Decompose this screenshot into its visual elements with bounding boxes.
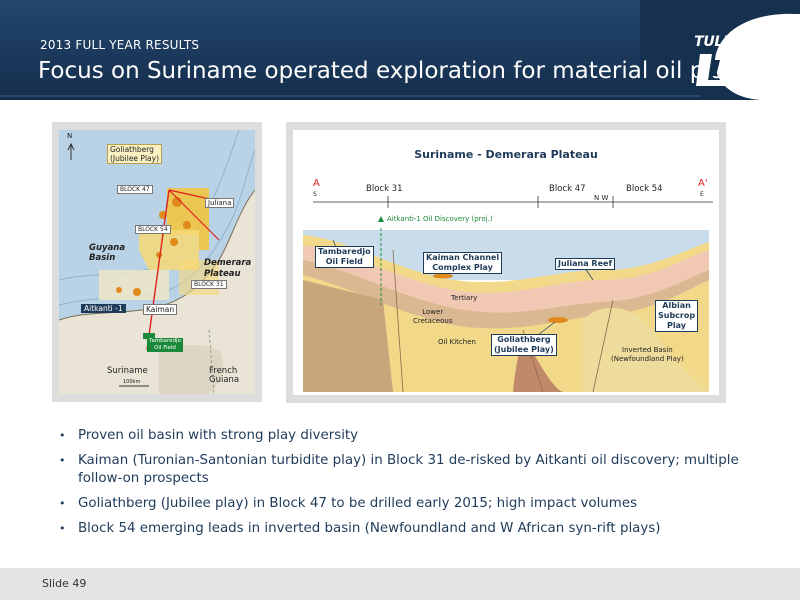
section-marker-a-prime: A' xyxy=(698,178,708,189)
map-label-suriname: Suriname xyxy=(107,366,148,376)
cross-section: Suriname - Demerara Plateau A S A' E Blo… xyxy=(293,130,719,395)
map-label-french-guiana: French Guiana xyxy=(209,366,240,385)
cross-section-title: Suriname - Demerara Plateau xyxy=(414,148,598,161)
callout-albian: Albian Subcrop Play xyxy=(655,300,699,332)
section-nw: N W xyxy=(594,194,609,202)
suriname-map: N Goliathberg (Jubilee Play) BLOCK 47 BL… xyxy=(59,130,255,394)
section-marker-e: E xyxy=(700,191,704,198)
map-label-kaiman: Kaiman xyxy=(143,304,178,315)
callout-tambaredjo: Tambaredjo Oil Field xyxy=(315,246,374,268)
map-label-juliana: Juliana xyxy=(205,198,235,208)
bullet-item: Block 54 emerging leads in inverted basi… xyxy=(58,520,748,538)
logo-wordmark: TULLOW xyxy=(694,34,758,50)
bullet-item: Goliathberg (Jubilee play) in Block 47 t… xyxy=(58,495,748,513)
tullow-logo: TULLOW plc xyxy=(690,34,762,92)
layer-tertiary: Tertiary xyxy=(451,294,478,302)
north-label: N xyxy=(67,132,73,140)
callout-juliana-reef: Juliana Reef xyxy=(555,258,615,270)
key-points-list: Proven oil basin with strong play divers… xyxy=(58,427,748,545)
section-discovery-label: Aitkanti-1 Oil Discovery (proj.) xyxy=(387,215,493,223)
page-title: Focus on Suriname operated exploration f… xyxy=(38,58,751,84)
map-label-goliathberg: Goliathberg (Jubilee Play) xyxy=(107,144,162,164)
map-figure-frame: N Goliathberg (Jubilee Play) BLOCK 47 BL… xyxy=(52,122,262,402)
map-label-block31: BLOCK 31 xyxy=(191,280,227,289)
section-block47: Block 47 xyxy=(549,184,586,194)
header-banner: 2013 FULL YEAR RESULTS Focus on Suriname… xyxy=(0,0,800,100)
section-block31: Block 31 xyxy=(366,184,403,194)
bullet-item: Proven oil basin with strong play divers… xyxy=(58,427,748,445)
layer-lower-cretaceous: Lower Cretaceous xyxy=(413,308,453,325)
section-block54: Block 54 xyxy=(626,184,663,194)
map-label-aitkanti: Aitkanti -1 xyxy=(81,304,126,313)
label-oil-kitchen: Oil Kitchen xyxy=(438,338,476,346)
logo-emblem-icon xyxy=(696,54,744,86)
slide-number: Slide 49 xyxy=(42,577,87,590)
callout-goliathberg: Goliathberg (Jubilee Play) xyxy=(491,334,557,356)
cross-section-frame: Suriname - Demerara Plateau A S A' E Blo… xyxy=(286,122,726,403)
callout-kaiman: Kaiman Channel Complex Play xyxy=(423,252,503,274)
map-label-tambaredjo: Tambaredjo Oil Field xyxy=(147,338,183,352)
map-scale-label: 100km xyxy=(123,379,141,385)
map-label-demerara-plateau: Demerara Plateau xyxy=(204,258,252,279)
section-marker-a: A xyxy=(313,178,320,189)
map-label-guyana-basin: Guyana Basin xyxy=(89,243,126,263)
map-label-block47: BLOCK 47 xyxy=(117,185,153,194)
footer-bar: Slide 49 xyxy=(0,568,800,600)
map-label-block54: BLOCK 54 xyxy=(135,225,171,234)
bullet-item: Kaiman (Turonian-Santonian turbidite pla… xyxy=(58,452,748,488)
section-marker-s: S xyxy=(313,191,317,198)
logo-plc: plc xyxy=(750,61,758,70)
label-inverted-basin: Inverted Basin (Newfoundland Play) xyxy=(611,346,684,363)
header-kicker: 2013 FULL YEAR RESULTS xyxy=(40,38,200,52)
